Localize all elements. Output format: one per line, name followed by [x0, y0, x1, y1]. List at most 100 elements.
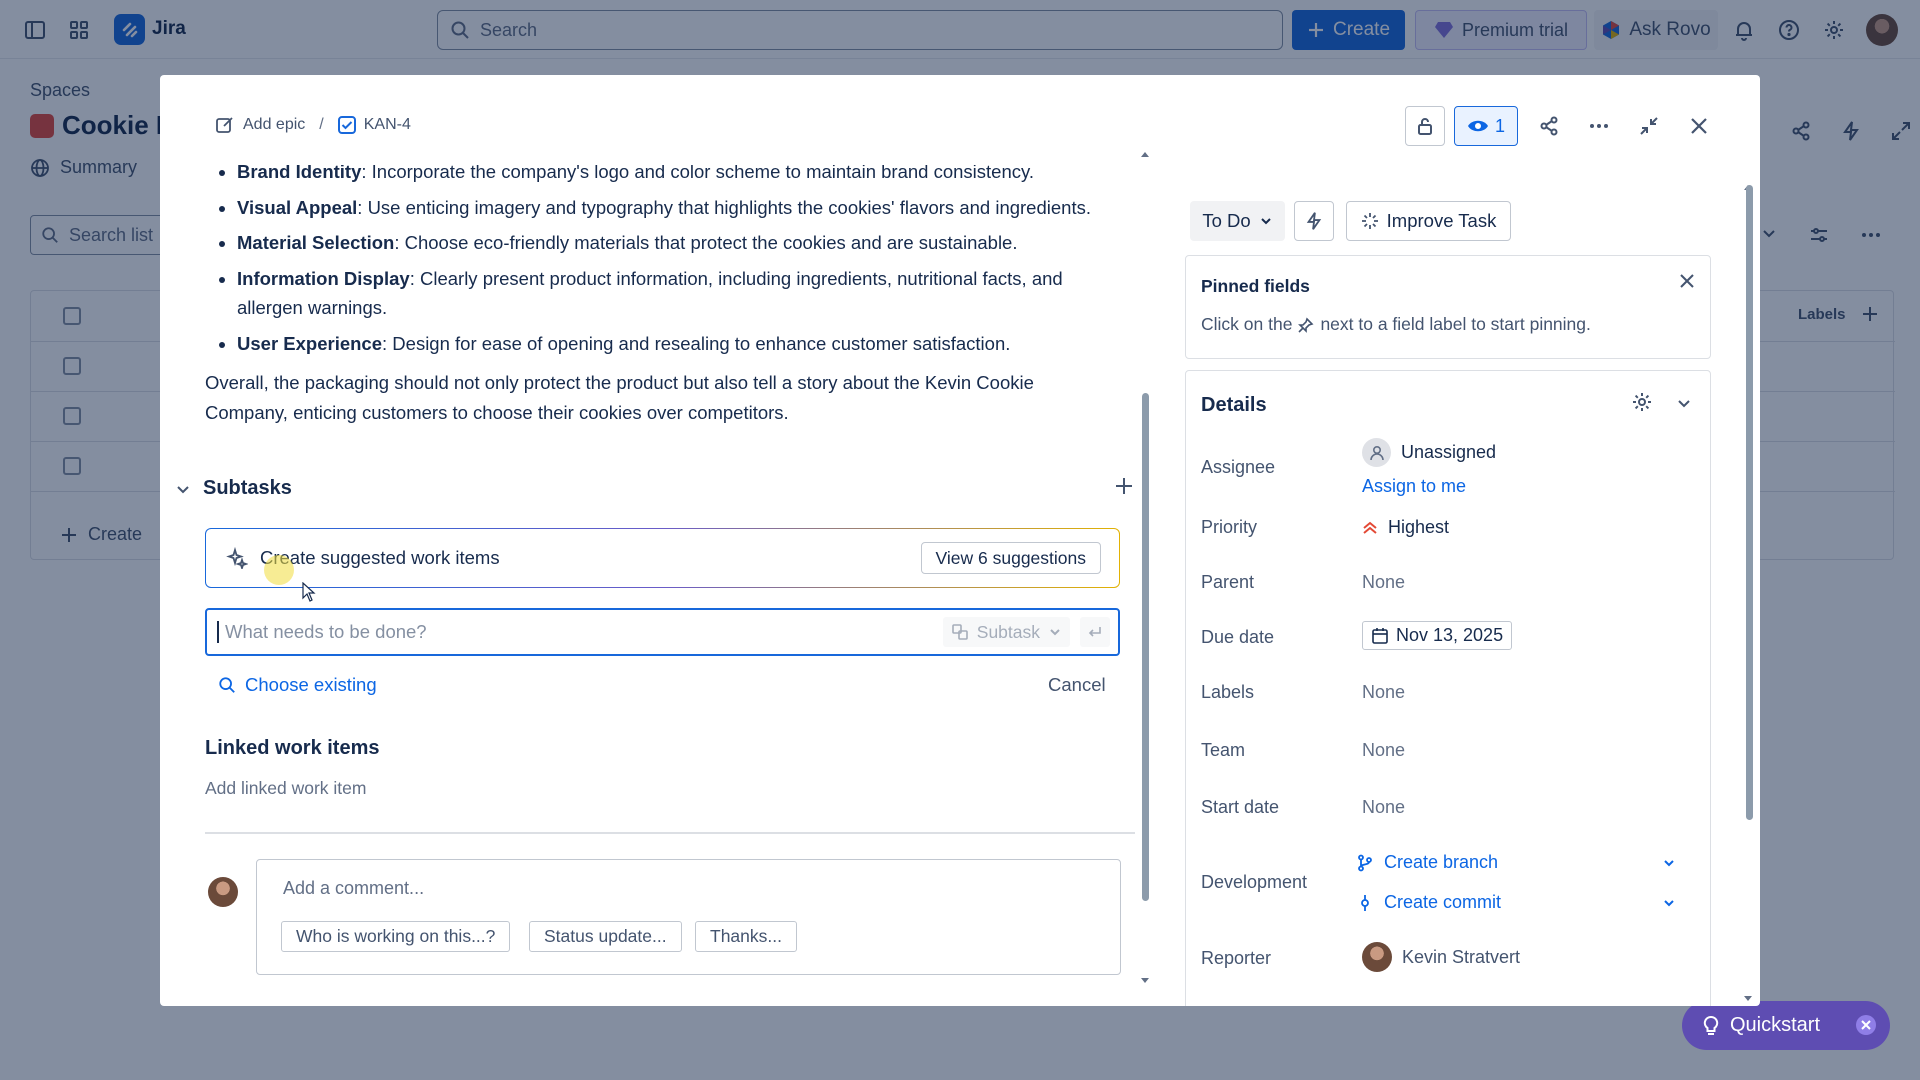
description-summary: Overall, the packaging should not only p…: [205, 372, 1034, 423]
breadcrumb-separator: /: [319, 116, 324, 133]
reporter-field[interactable]: Kevin Stratvert: [1362, 942, 1520, 972]
priority-highest-icon: [1363, 521, 1377, 534]
improve-task-button[interactable]: Improve Task: [1346, 201, 1511, 241]
choose-existing-button[interactable]: Choose existing: [218, 674, 377, 696]
assign-to-me-link[interactable]: Assign to me: [1362, 476, 1466, 497]
collapse-icon: [1640, 117, 1658, 135]
scroll-down-arrow-icon[interactable]: [1743, 995, 1753, 1003]
pinned-desc-before: Click on the: [1201, 314, 1293, 334]
details-panel: Details Assignee Unassigned Assign to me…: [1185, 370, 1711, 1006]
create-branch-link[interactable]: Create branch: [1356, 852, 1676, 873]
status-dropdown[interactable]: To Do: [1190, 201, 1285, 241]
divider: [205, 832, 1135, 834]
sparkle-icon: [1361, 213, 1378, 229]
description-item: Material Selection: Choose eco-friendly …: [237, 228, 1125, 258]
eye-icon: [1467, 120, 1488, 132]
watch-button[interactable]: 1: [1454, 106, 1518, 146]
close-icon[interactable]: [1678, 272, 1696, 290]
assignee-value: Unassigned: [1401, 442, 1497, 462]
quickstart-label: Quickstart: [1730, 1014, 1821, 1036]
parent-label: Parent: [1201, 572, 1255, 592]
due-date-field[interactable]: Nov 13, 2025: [1362, 621, 1513, 650]
item-term: Material Selection: [237, 232, 395, 253]
comment-suggestion-chip[interactable]: Status update...: [529, 921, 682, 952]
configure-gear-icon[interactable]: [1631, 391, 1653, 413]
main-scrollbar-thumb[interactable]: [1142, 393, 1149, 901]
lightbulb-icon: [1703, 1015, 1719, 1035]
improve-task-label: Improve Task: [1386, 210, 1497, 231]
details-scrollbar-thumb[interactable]: [1746, 185, 1753, 820]
chevron-down-icon[interactable]: [1662, 896, 1676, 910]
watch-count: 1: [1494, 115, 1505, 136]
issue-key: KAN-4: [363, 116, 411, 133]
description[interactable]: Brand Identity: Incorporate the company'…: [205, 165, 1125, 427]
ai-sparkle-icon: [226, 547, 248, 569]
create-branch-label: Create branch: [1384, 852, 1499, 872]
assignee-field[interactable]: Unassigned: [1362, 438, 1496, 467]
team-value[interactable]: None: [1362, 740, 1405, 761]
due-date-chip[interactable]: Nov 13, 2025: [1362, 621, 1513, 650]
suggested-work-items-banner[interactable]: Create suggested work items View 6 sugge…: [205, 528, 1120, 588]
comment-placeholder: Add a comment...: [283, 878, 425, 898]
submit-enter-button[interactable]: [1080, 617, 1110, 647]
due-date-value: Nov 13, 2025: [1396, 625, 1504, 645]
cancel-button[interactable]: Cancel: [1048, 674, 1106, 696]
share-icon: [1540, 116, 1558, 136]
parent-value[interactable]: None: [1362, 572, 1405, 593]
assignee-label: Assignee: [1201, 457, 1276, 477]
more-icon: [1590, 124, 1608, 128]
start-date-value[interactable]: None: [1362, 797, 1405, 818]
add-epic-link[interactable]: Add epic: [215, 115, 305, 135]
edit-icon: [216, 117, 233, 133]
quickstart-close-icon[interactable]: [1856, 1015, 1876, 1035]
subtasks-header: Subtasks: [175, 477, 1135, 500]
scroll-down-arrow-icon[interactable]: [1140, 977, 1150, 985]
subtask-type-dropdown[interactable]: Subtask: [942, 617, 1070, 647]
description-item: Visual Appeal: Use enticing imagery and …: [237, 193, 1125, 223]
calendar-icon: [1372, 627, 1388, 644]
item-term: Visual Appeal: [237, 196, 358, 218]
priority-field[interactable]: Highest: [1362, 517, 1449, 538]
automation-button[interactable]: [1294, 201, 1334, 241]
description-item: Brand Identity: Incorporate the company'…: [237, 165, 1125, 187]
branch-icon: [1358, 854, 1372, 871]
subtask-input[interactable]: What needs to be done? Subtask: [205, 608, 1120, 656]
item-text: : Incorporate the company's logo and col…: [361, 165, 1035, 182]
comment-suggestion-chip[interactable]: Thanks...: [695, 921, 797, 952]
view-suggestions-button[interactable]: View 6 suggestions: [920, 542, 1101, 574]
create-commit-link[interactable]: Create commit: [1356, 892, 1676, 913]
close-button[interactable]: [1679, 106, 1719, 146]
labels-value[interactable]: None: [1362, 682, 1405, 703]
chevron-down-icon[interactable]: [1662, 856, 1676, 870]
add-subtask-icon[interactable]: [1113, 475, 1135, 497]
pinned-fields-title: Pinned fields: [1201, 276, 1310, 296]
lightning-icon: [1306, 212, 1322, 230]
cursor-highlight: [264, 555, 294, 585]
scroll-up-arrow-icon[interactable]: [1140, 150, 1150, 158]
chevron-down-icon[interactable]: [175, 481, 191, 497]
pinned-desc-after: next to a field label to start pinning.: [1320, 314, 1591, 334]
comment-suggestion-chip[interactable]: Who is working on this...?: [281, 921, 511, 952]
reporter-label: Reporter: [1201, 948, 1272, 968]
collapse-button[interactable]: [1629, 106, 1669, 146]
details-title[interactable]: Details: [1201, 394, 1267, 417]
restrictions-button[interactable]: [1405, 106, 1445, 146]
item-term: User Experience: [237, 332, 383, 354]
unassigned-avatar-icon: [1362, 438, 1391, 467]
description-item: Information Display: Clearly present pro…: [237, 264, 1125, 323]
labels-label: Labels: [1201, 682, 1255, 702]
issue-key-link[interactable]: KAN-4: [337, 116, 411, 134]
linked-work-items-title: Linked work items: [205, 737, 380, 759]
due-date-label: Due date: [1201, 627, 1275, 647]
subtasks-title: Subtasks: [203, 477, 292, 499]
item-term: Brand Identity: [237, 165, 362, 182]
item-text: : Use enticing imagery and typography th…: [357, 196, 1091, 218]
more-actions-button[interactable]: [1579, 106, 1619, 146]
quickstart-button[interactable]: Quickstart: [1682, 1001, 1890, 1050]
chevron-down-icon[interactable]: [1676, 395, 1692, 411]
add-linked-work-item-button[interactable]: Add linked work item: [205, 778, 366, 799]
comment-box[interactable]: Add a comment... Who is working on this.…: [256, 859, 1121, 975]
start-date-label: Start date: [1201, 797, 1280, 817]
work-item-modal: Add epic / KAN-4 1 Brand Identity: Incor…: [160, 75, 1760, 1006]
share-button[interactable]: [1529, 106, 1569, 146]
